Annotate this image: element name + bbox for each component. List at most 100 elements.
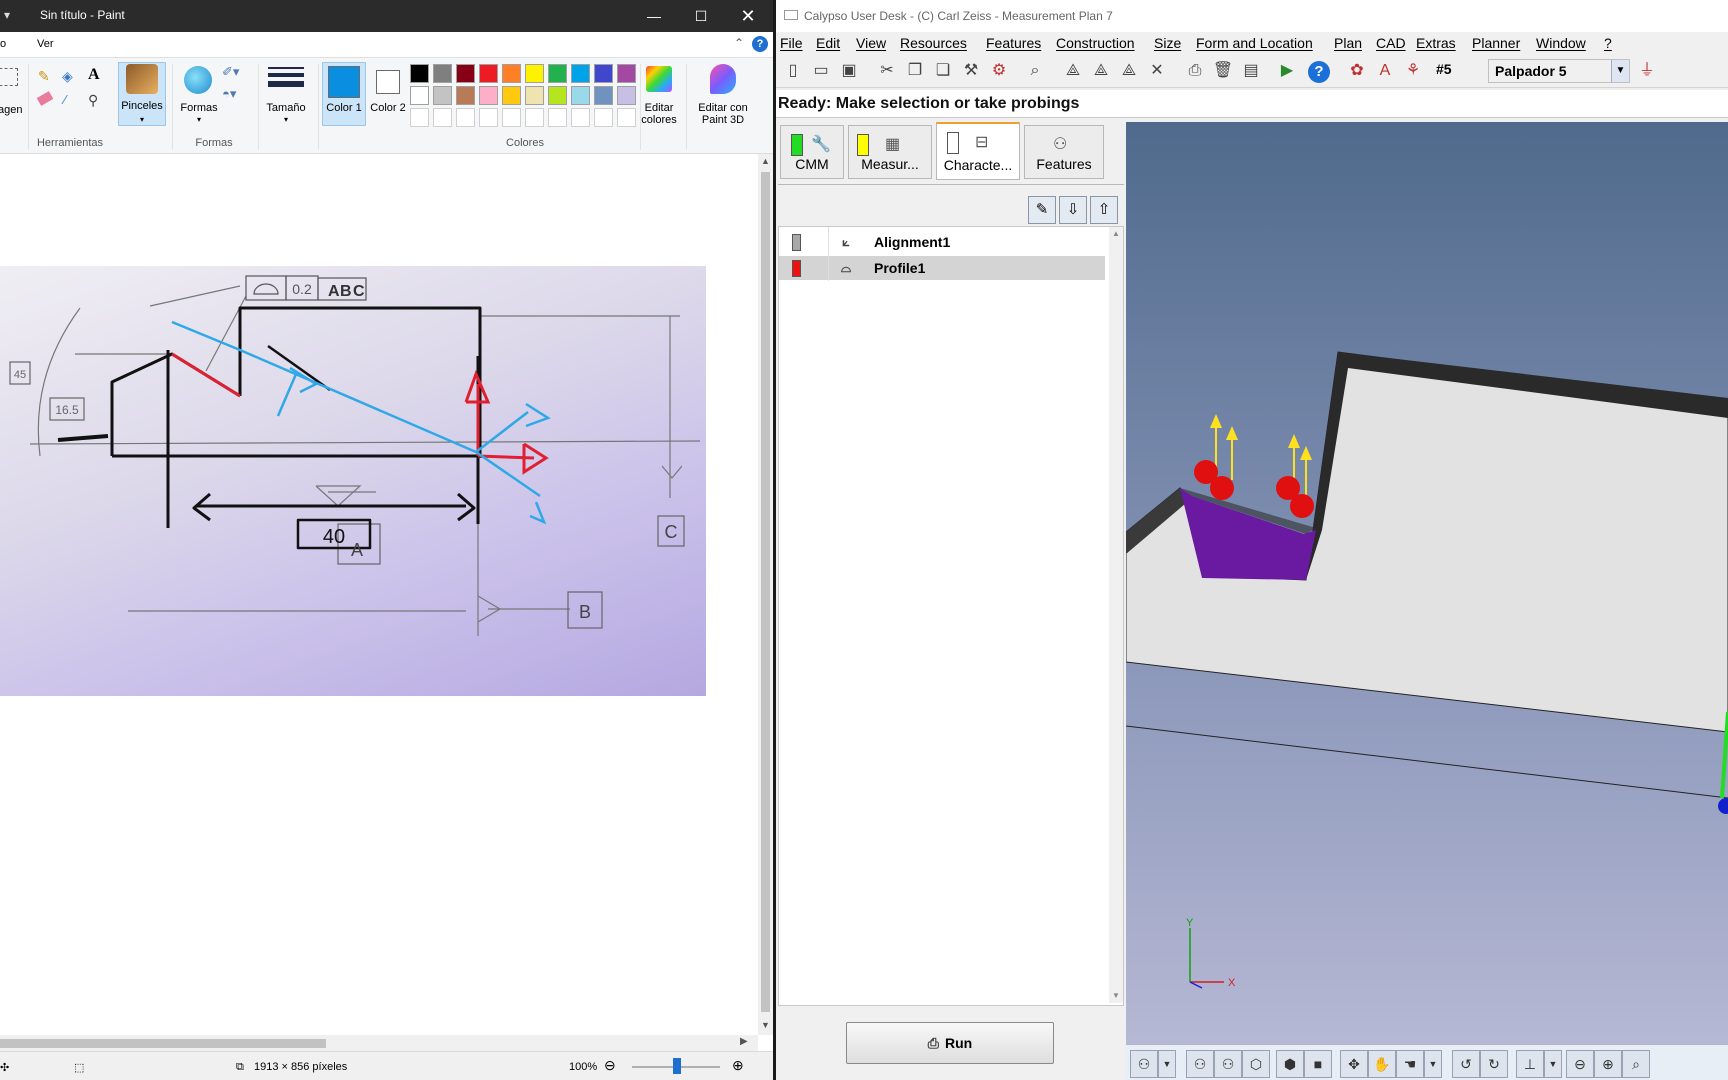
menu-edit[interactable]: Edit — [816, 35, 840, 51]
paint-hscroll-thumb[interactable] — [0, 1039, 326, 1048]
help-icon[interactable]: ? — [752, 36, 768, 52]
view-mode-dropdown-icon[interactable]: ▼ — [1158, 1050, 1176, 1078]
color2-label[interactable]: Color 2 — [368, 102, 408, 114]
palette-swatch[interactable] — [433, 108, 452, 127]
menu-planner[interactable]: Planner — [1472, 35, 1520, 51]
arrow-up-icon[interactable]: ⇧ — [1090, 196, 1118, 224]
feature-icon-2[interactable]: ⟁ — [1090, 60, 1112, 82]
palette-swatch[interactable] — [479, 86, 498, 105]
probe-icon-3[interactable]: ⚘ — [1402, 60, 1424, 82]
list-scroll-down-icon[interactable]: ▼ — [1112, 991, 1120, 1000]
wireframe-icon[interactable]: ⬢ — [1276, 1050, 1304, 1078]
select-icon[interactable] — [0, 68, 18, 86]
palette-swatch[interactable] — [548, 86, 567, 105]
eraser-icon[interactable] — [36, 91, 54, 106]
rotate-right-icon[interactable]: ↻ — [1480, 1050, 1508, 1078]
report-icon[interactable]: ▤ — [1240, 60, 1262, 82]
pan-icon[interactable]: ✥ — [1340, 1050, 1368, 1078]
menu-window[interactable]: Window — [1536, 35, 1586, 51]
tab-characteristics[interactable]: ⊟ Characte... — [936, 122, 1020, 180]
menu-archivo[interactable]: o — [0, 38, 6, 50]
feature-icon-1[interactable]: ⟁ — [1062, 60, 1084, 82]
edit-colors-label[interactable]: Editar colores — [638, 102, 680, 126]
palette-swatch[interactable] — [594, 86, 613, 105]
fill-icon[interactable]: ◈ — [62, 68, 73, 85]
palette-swatch[interactable] — [525, 108, 544, 127]
zoom-in-view-icon[interactable]: ⊕ — [1594, 1050, 1622, 1078]
palette-swatch[interactable] — [594, 64, 613, 83]
run-plan-icon[interactable]: ▶ — [1276, 60, 1298, 82]
collapse-ribbon-icon[interactable]: ⌃ — [734, 36, 744, 50]
zoom-out-view-icon[interactable]: ⊖ — [1566, 1050, 1594, 1078]
palette-swatch[interactable] — [571, 86, 590, 105]
palette-swatch[interactable] — [617, 64, 636, 83]
photo-canvas[interactable]: A B C 0.2 A B C 16.5 45 40 — [0, 266, 706, 696]
canvas-area[interactable]: A B C 0.2 A B C 16.5 45 40 — [0, 154, 758, 1035]
color-picker-icon[interactable]: ⁄ — [64, 92, 66, 107]
menu-view[interactable]: View — [856, 35, 886, 51]
size-label[interactable]: Tamaño — [260, 102, 312, 114]
maximize-icon[interactable]: ☐ — [681, 4, 721, 28]
shapes-label[interactable]: Formas — [174, 102, 224, 114]
feature-icon-4[interactable]: ✕ — [1146, 60, 1168, 82]
zoom-out-icon[interactable]: ⊖ — [604, 1057, 616, 1074]
cut-icon[interactable]: ✂ — [876, 60, 898, 82]
magnifier-icon[interactable]: ⚲ — [88, 92, 98, 109]
menu-help[interactable]: ? — [1604, 35, 1612, 51]
paste-icon[interactable]: ❏ — [932, 60, 954, 82]
palette-swatch[interactable] — [410, 64, 429, 83]
palette-swatch[interactable] — [525, 64, 544, 83]
rotate-left-icon[interactable]: ↺ — [1452, 1050, 1480, 1078]
paint-vscroll-thumb[interactable] — [761, 172, 770, 1012]
color2-swatch[interactable] — [376, 70, 400, 94]
probe-icon-2[interactable]: A — [1374, 60, 1396, 82]
edit-colors-icon[interactable] — [646, 66, 672, 92]
palette-swatch[interactable] — [525, 86, 544, 105]
print-icon[interactable]: ⎙ — [1184, 60, 1206, 82]
calypso-help-icon[interactable]: ? — [1308, 61, 1330, 83]
feature-icon-3[interactable]: ⟁ — [1118, 60, 1140, 82]
hand-dropdown-icon[interactable]: ▼ — [1424, 1050, 1442, 1078]
list-scrollbar[interactable]: ▲ ▼ — [1109, 227, 1123, 1003]
outline-icon[interactable]: ✐▾ — [222, 64, 239, 80]
feature-view-icon[interactable]: ⚇ — [1186, 1050, 1214, 1078]
axis-view-icon[interactable]: ⊥ — [1516, 1050, 1544, 1078]
palette-swatch[interactable] — [433, 86, 452, 105]
probe-change-icon[interactable]: ⏚ — [1636, 60, 1658, 82]
palette-swatch[interactable] — [571, 64, 590, 83]
palette-swatch[interactable] — [617, 108, 636, 127]
palette-swatch[interactable] — [456, 86, 475, 105]
menu-plan[interactable]: Plan — [1334, 35, 1362, 51]
search-icon[interactable]: ⌕ — [1024, 60, 1046, 82]
palette-swatch[interactable] — [433, 64, 452, 83]
close-icon[interactable]: ✕ — [728, 4, 768, 28]
minimize-icon[interactable]: — — [634, 4, 674, 28]
open-icon[interactable]: ▭ — [810, 60, 832, 82]
paint-horizontal-scrollbar[interactable]: ▶ — [0, 1035, 758, 1051]
palette-swatch[interactable] — [410, 86, 429, 105]
quick-access-icon[interactable]: ▾ — [4, 8, 10, 22]
palette-swatch[interactable] — [479, 108, 498, 127]
menu-file[interactable]: File — [780, 35, 803, 51]
palette-swatch[interactable] — [479, 64, 498, 83]
hand-xyz-icon[interactable]: ☚ — [1396, 1050, 1424, 1078]
image-label[interactable]: agen — [0, 104, 22, 116]
copy-icon[interactable]: ❐ — [904, 60, 926, 82]
cad-3d-view[interactable]: Y X — [1126, 122, 1728, 1044]
palette-swatch[interactable] — [594, 108, 613, 127]
palette-swatch[interactable] — [548, 64, 567, 83]
chevron-down-icon[interactable]: ▼ — [1611, 60, 1629, 82]
paint3d-icon[interactable] — [710, 64, 736, 94]
save-icon[interactable]: ▣ — [838, 60, 860, 82]
zoom-in-icon[interactable]: ⊕ — [732, 1057, 744, 1074]
feature-view-icon-2[interactable]: ⚇ — [1214, 1050, 1242, 1078]
hand-icon[interactable]: ✋ — [1368, 1050, 1396, 1078]
menu-construction[interactable]: Construction — [1056, 35, 1135, 51]
view-mode-icon[interactable]: ⚇ — [1130, 1050, 1158, 1078]
pointer-icon[interactable]: ⚒ — [960, 60, 982, 82]
new-icon[interactable]: ▯ — [782, 60, 804, 82]
palette-swatch[interactable] — [502, 64, 521, 83]
palette-swatch[interactable] — [410, 108, 429, 127]
palette-swatch[interactable] — [502, 108, 521, 127]
run-button[interactable]: ⎙ Run — [846, 1022, 1054, 1064]
